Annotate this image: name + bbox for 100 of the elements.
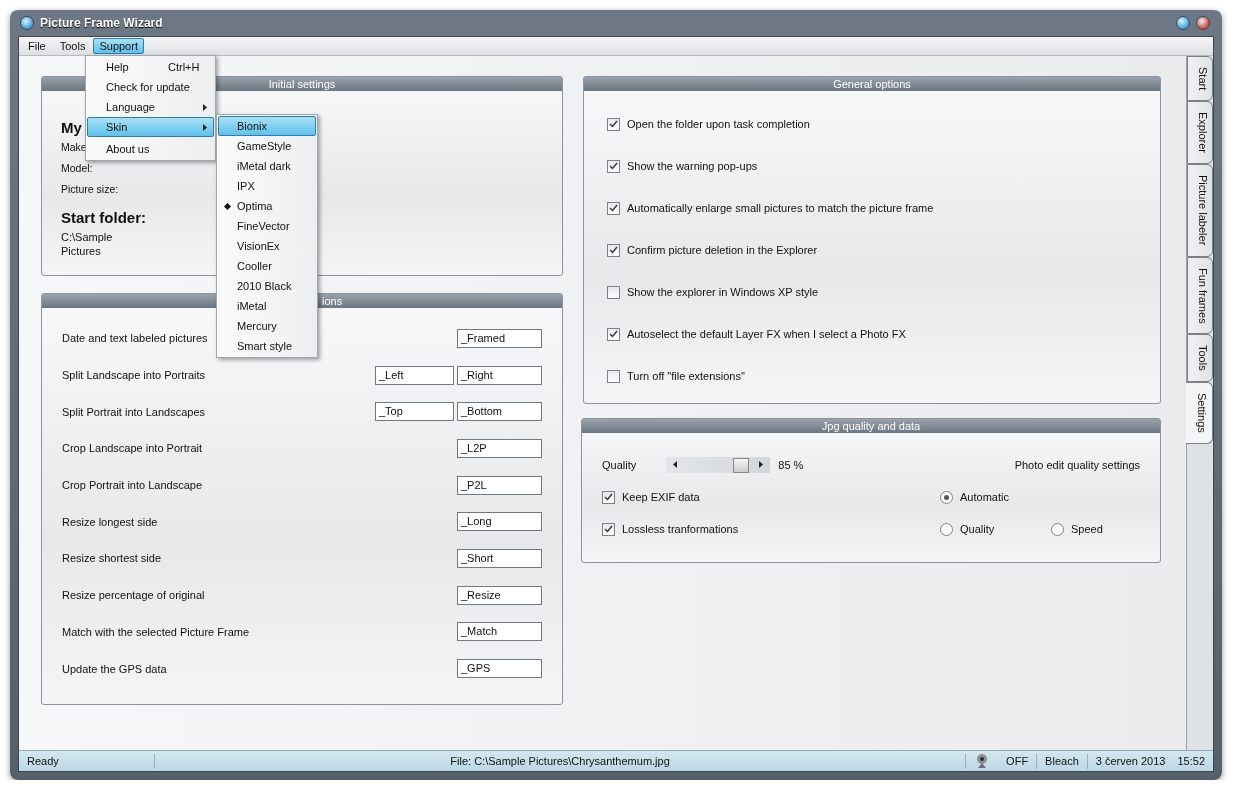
close-button[interactable]	[1196, 16, 1210, 30]
folder-path: Pictures	[61, 245, 101, 257]
row-label: Update the GPS data	[62, 662, 168, 675]
suffix-field[interactable]: _Long	[457, 512, 542, 532]
folder-path: C:\Sample	[61, 231, 113, 243]
field-label: Picture size:	[61, 182, 119, 195]
checkbox-label: Show the explorer in Windows XP style	[627, 286, 819, 298]
status-file: File: C:\Sample Pictures\Chrysanthemum.jpg	[155, 753, 967, 769]
radio-button[interactable]	[940, 522, 953, 536]
side-tab[interactable]: Settings	[1186, 381, 1213, 444]
suffix-field[interactable]: _Resize	[457, 585, 542, 605]
radio-label: Automatic	[960, 491, 1009, 503]
checkbox[interactable]	[607, 243, 620, 257]
check-icon	[604, 493, 613, 501]
checkbox[interactable]	[607, 159, 620, 173]
side-tab[interactable]: Explorer	[1187, 101, 1213, 165]
field-label: Model:	[61, 161, 93, 174]
checkbox-label: Autoselect the default Layer FX when I select a Photo FX	[627, 328, 906, 340]
side-tab[interactable]: Tools	[1187, 334, 1213, 382]
quality-slider[interactable]	[666, 457, 771, 473]
check-icon	[609, 204, 618, 212]
field-label: Make	[61, 140, 87, 153]
menu-item[interactable]: Help Ctrl+H	[87, 57, 214, 77]
slider-label: Quality	[602, 459, 638, 471]
row-label: Split Portrait into Landscapes	[62, 405, 207, 418]
menu-item[interactable]: Language	[87, 97, 214, 117]
side-tab[interactable]: Start	[1187, 56, 1213, 102]
checkbox-label: Lossless tranformations	[622, 523, 740, 535]
group-label: Photo edit quality settings	[1014, 459, 1140, 471]
status-skin: Bleach	[1037, 753, 1088, 769]
suffix-field[interactable]: _Framed	[457, 328, 542, 348]
suffix-field[interactable]: _Match	[457, 622, 542, 642]
menu-item[interactable]: 2010 Black	[218, 276, 316, 296]
app-icon	[20, 16, 34, 30]
check-icon	[609, 246, 618, 254]
checkbox[interactable]	[607, 369, 620, 383]
row-label: Resize shortest side	[62, 552, 163, 565]
panel-title: Jpg quality and data	[582, 419, 1160, 433]
suffix-field[interactable]: _Top	[375, 402, 454, 422]
window-title: Picture Frame Wizard	[40, 16, 164, 30]
check-icon	[609, 162, 618, 170]
menu-item[interactable]: GameStyle	[218, 136, 316, 156]
right-arrow-icon[interactable]	[759, 461, 764, 468]
menu-item[interactable]: Support	[93, 38, 144, 54]
suffix-field[interactable]: _Left	[375, 365, 454, 385]
checkbox[interactable]	[607, 285, 620, 299]
menu-item[interactable]: Mercury	[218, 316, 316, 336]
menu-item[interactable]: About us	[87, 139, 214, 159]
menu-item[interactable]: Bionix	[218, 116, 316, 136]
check-icon	[609, 330, 618, 338]
suffix-field[interactable]: _Bottom	[457, 402, 542, 422]
menu-item[interactable]: Tools	[53, 38, 92, 54]
slider-thumb[interactable]	[732, 458, 749, 473]
menu-item[interactable]: Optima	[218, 196, 316, 216]
checkbox-label: Keep EXIF data	[622, 491, 701, 503]
suffix-field[interactable]: _Right	[457, 365, 542, 385]
radio-button[interactable]	[1051, 522, 1064, 536]
checkbox[interactable]	[602, 490, 615, 504]
radio-label: Speed	[1071, 523, 1103, 535]
checkbox-label: Turn off "file extensions"	[627, 370, 745, 382]
suffix-field[interactable]: _L2P	[457, 438, 542, 458]
menu-item[interactable]: Skin	[87, 117, 214, 137]
menu-item[interactable]: VisionEx	[218, 236, 316, 256]
row-label: Resize percentage of original	[62, 589, 206, 602]
section-heading: My	[61, 119, 82, 136]
checkbox[interactable]	[607, 201, 620, 215]
suffix-field[interactable]: _P2L	[457, 475, 542, 495]
checkbox[interactable]	[602, 522, 615, 536]
checkbox[interactable]	[607, 117, 620, 131]
menu-item[interactable]: Cooller	[218, 256, 316, 276]
radio-button[interactable]	[940, 490, 953, 504]
checkbox-label: Confirm picture deletion in the Explorer	[627, 244, 818, 256]
status-date: 3 červen 2013	[1094, 753, 1167, 769]
panel-title: General options	[584, 77, 1160, 91]
status-time: 15:52	[1176, 753, 1206, 769]
menu-item[interactable]: IPX	[218, 176, 316, 196]
menu-item[interactable]: FineVector	[218, 216, 316, 236]
suffix-field[interactable]: _Short	[457, 548, 542, 568]
minimize-button[interactable]	[1176, 16, 1190, 30]
menu-item[interactable]: Smart style	[218, 336, 316, 356]
side-tab[interactable]: Picture labeler	[1187, 164, 1213, 257]
check-icon	[609, 120, 618, 128]
suffix-field[interactable]: _GPS	[457, 659, 542, 679]
left-arrow-icon[interactable]	[673, 461, 678, 468]
row-label: Match with the selected Picture Frame	[62, 625, 251, 638]
row-label: Crop Landscape into Portrait	[62, 442, 204, 455]
status-text: Ready	[19, 753, 155, 769]
slider-value: 85 %	[778, 459, 805, 471]
side-tab[interactable]: Fun frames	[1187, 256, 1213, 335]
check-icon	[604, 525, 613, 533]
checkbox[interactable]	[607, 327, 620, 341]
section-heading: Start folder:	[61, 209, 146, 226]
checkbox-label: Open the folder upon task completion	[627, 118, 810, 130]
menu-item[interactable]: iMetal dark	[218, 156, 316, 176]
menu-item[interactable]: File	[22, 38, 52, 54]
row-label: Date and text labeled pictures	[62, 332, 209, 345]
row-label: Crop Portrait into Landscape	[62, 479, 204, 492]
row-label: Resize longest side	[62, 515, 159, 528]
row-label: Split Landscape into Portraits	[62, 369, 207, 382]
checkbox-label: Show the warning pop-ups	[627, 160, 758, 172]
